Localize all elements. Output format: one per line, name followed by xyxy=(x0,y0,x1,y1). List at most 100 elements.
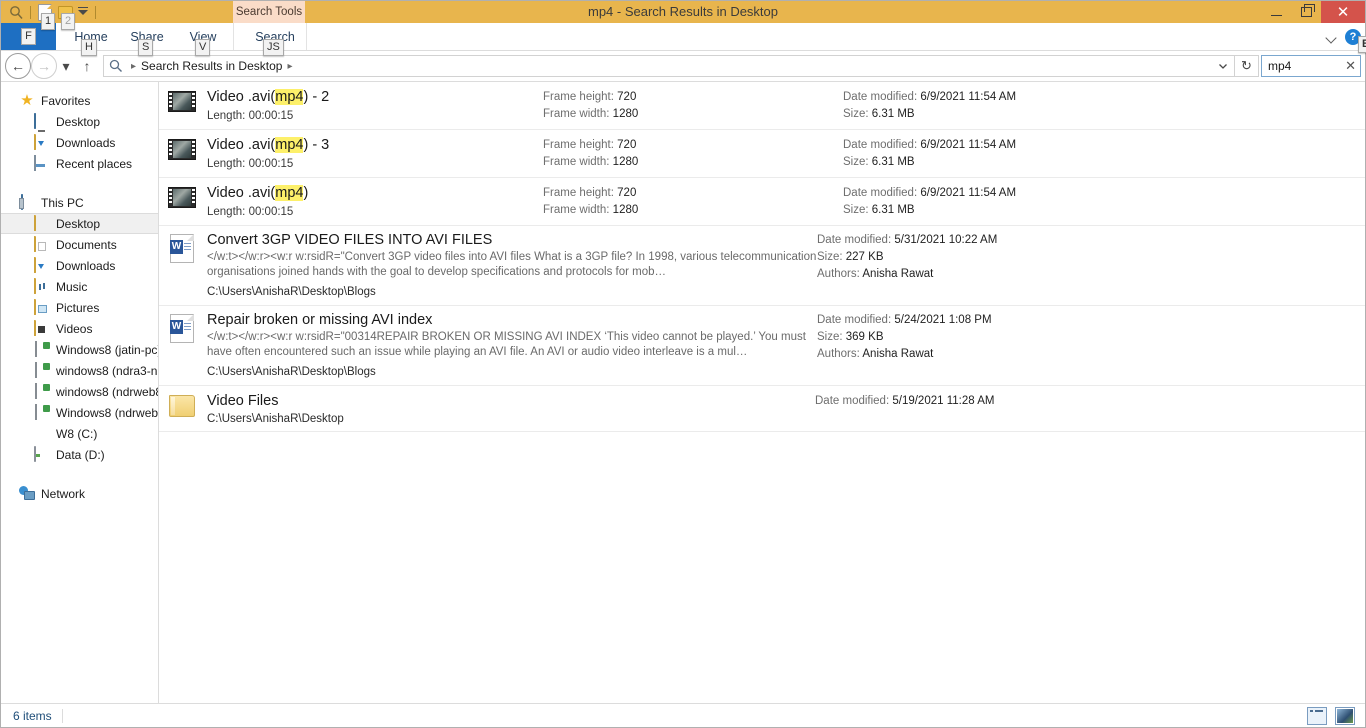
file-name: Video .avi(mp4) - 3 xyxy=(207,137,330,153)
file-length: Length: 00:00:15 xyxy=(207,206,294,218)
table-row[interactable]: Video .avi(mp4) - 3 Length: 00:00:15 Fra… xyxy=(159,130,1365,178)
authors: Authors: Anisha Rawat xyxy=(817,268,934,280)
properties-icon[interactable]: 1 xyxy=(35,2,56,30)
sidebar-label-network: Network xyxy=(41,486,86,501)
content-snippet: </w:t></w:r><w:r w:rsidR="00314REPAIR BR… xyxy=(207,331,806,358)
customize-qat-icon[interactable] xyxy=(75,2,91,22)
maximize-restore-button[interactable] xyxy=(1291,1,1321,23)
file-size: Size: 369 KB xyxy=(817,331,884,343)
tab-view[interactable]: View V xyxy=(175,23,231,56)
sidebar-item-w8-c[interactable]: W8 (C:) xyxy=(1,423,158,444)
nav-group-network: Network xyxy=(1,483,158,504)
file-length: Length: 00:00:15 xyxy=(207,110,294,122)
row-primary: Video .avi(mp4) - 3 Length: 00:00:15 xyxy=(205,137,543,172)
up-button[interactable]: ↑ xyxy=(75,54,99,78)
sidebar-label-windows8-ndrweb8: windows8 (ndrweb8 xyxy=(56,384,159,399)
explorer-system-icon[interactable] xyxy=(6,2,26,22)
sidebar-item-pictures[interactable]: Pictures xyxy=(1,297,158,318)
forward-button[interactable]: → xyxy=(31,53,57,79)
view-toggles xyxy=(1307,706,1359,725)
sidebar-label-fav-downloads: Downloads xyxy=(56,135,116,150)
sidebar-item-videos[interactable]: Videos xyxy=(1,318,158,339)
sidebar-label-downloads: Downloads xyxy=(56,258,116,273)
sidebar-label-favorites: Favorites xyxy=(41,93,91,108)
table-row[interactable]: Video .avi(mp4) - 2 Length: 00:00:15 Fra… xyxy=(159,82,1365,130)
row-file-info: Date modified: 6/9/2021 11:54 AM Size: 6… xyxy=(843,137,1365,171)
sidebar-item-network[interactable]: Network xyxy=(1,483,158,504)
sidebar-item-fav-downloads[interactable]: Downloads xyxy=(1,132,158,153)
sidebar-label-this-pc: This PC xyxy=(41,195,84,210)
explorer-body: ★ Favorites Desktop Downloads Recent pla… xyxy=(1,81,1365,703)
title-bar: 1 2 Search Tools mp4 - Search Results in… xyxy=(1,1,1365,30)
recent-locations-button[interactable]: ▾ xyxy=(57,54,75,78)
refresh-button[interactable]: ↻ xyxy=(1235,55,1259,77)
row-file-info: Date modified: 5/31/2021 10:22 AM Size: … xyxy=(817,232,1365,283)
chevron-down-icon[interactable] xyxy=(1325,30,1339,44)
breadcrumb-separator-leading[interactable]: ▸ xyxy=(126,61,141,72)
sidebar-item-this-pc[interactable]: This PC xyxy=(1,192,158,213)
sidebar-item-recent-places[interactable]: Recent places xyxy=(1,153,158,174)
minimize-button[interactable] xyxy=(1261,1,1291,23)
ribbon-tab-strip: F Home H Share S View V Search JS ? E xyxy=(1,23,1366,56)
network-drive-icon xyxy=(34,382,50,400)
table-row[interactable]: W Repair broken or missing AVI index </w… xyxy=(159,306,1365,386)
windows-drive-icon xyxy=(34,426,50,442)
search-input[interactable] xyxy=(1266,58,1343,74)
file-name: Video .avi(mp4) xyxy=(207,185,309,201)
sidebar-item-windows8-jatin-pc[interactable]: Windows8 (jatin-pc) xyxy=(1,339,158,360)
table-row[interactable]: W Convert 3GP VIDEO FILES INTO AVI FILES… xyxy=(159,226,1365,306)
sidebar-item-fav-desktop[interactable]: Desktop xyxy=(1,111,158,132)
help-keytip: E xyxy=(1358,35,1366,53)
clear-search-icon[interactable]: ✕ xyxy=(1342,58,1356,74)
word-document-icon: W xyxy=(159,312,205,343)
computer-icon xyxy=(19,193,35,211)
sidebar-item-data-d[interactable]: Data (D:) xyxy=(1,444,158,465)
help-icon-label: ? xyxy=(1349,30,1357,43)
sidebar-item-desktop[interactable]: Desktop xyxy=(1,213,158,234)
address-dropdown-icon[interactable] xyxy=(1214,56,1232,76)
status-separator xyxy=(61,708,63,723)
tab-view-keytip: V xyxy=(195,39,211,56)
tab-share-keytip: S xyxy=(138,39,154,56)
table-row[interactable]: Video .avi(mp4) Length: 00:00:15 Frame h… xyxy=(159,178,1365,226)
sidebar-label-documents: Documents xyxy=(56,237,117,252)
table-row[interactable]: Video Files C:\Users\AnishaR\Desktop Dat… xyxy=(159,386,1365,432)
back-button[interactable]: ← xyxy=(5,53,31,79)
close-button[interactable]: ✕ xyxy=(1321,1,1365,23)
large-icons-view-icon[interactable] xyxy=(1335,706,1355,725)
date-modified: Date modified: 5/19/2021 11:28 AM xyxy=(815,395,995,407)
sidebar-item-downloads[interactable]: Downloads xyxy=(1,255,158,276)
sidebar-item-windows8-ndrweb4[interactable]: Windows8 (ndrweb4 xyxy=(1,402,158,423)
date-modified: Date modified: 6/9/2021 11:54 AM xyxy=(843,187,1017,199)
search-match-highlight: mp4 xyxy=(275,185,304,201)
details-view-icon[interactable] xyxy=(1307,706,1327,725)
frame-width: Frame width: 1280 xyxy=(543,156,639,168)
pictures-folder-icon xyxy=(34,298,50,316)
search-box[interactable]: ✕ xyxy=(1261,55,1361,77)
breadcrumb-separator-trailing[interactable]: ▸ xyxy=(282,61,297,72)
authors: Authors: Anisha Rawat xyxy=(817,348,934,360)
sidebar-item-music[interactable]: Music xyxy=(1,276,158,297)
sidebar-item-windows8-ndrweb8[interactable]: windows8 (ndrweb8 xyxy=(1,381,158,402)
search-results-icon xyxy=(106,59,126,73)
sidebar-item-favorites[interactable]: ★ Favorites xyxy=(1,90,158,111)
help-icon[interactable]: ? E xyxy=(1345,28,1366,53)
date-modified: Date modified: 6/9/2021 11:54 AM xyxy=(843,91,1017,103)
breadcrumb-current[interactable]: Search Results in Desktop xyxy=(141,59,282,73)
folder-name: Video Files xyxy=(207,393,279,409)
search-results-list[interactable]: Video .avi(mp4) - 2 Length: 00:00:15 Fra… xyxy=(159,82,1365,703)
sidebar-label-data-d: Data (D:) xyxy=(56,447,105,462)
tab-home-keytip: H xyxy=(81,39,97,56)
row-primary: Repair broken or missing AVI index </w:t… xyxy=(205,312,817,380)
sidebar-item-documents[interactable]: Documents xyxy=(1,234,158,255)
breadcrumb[interactable]: ▸ Search Results in Desktop ▸ xyxy=(103,55,1235,77)
qat-keytip-2: 2 xyxy=(61,13,76,30)
nav-spacer-1 xyxy=(1,176,158,192)
file-size: Size: 227 KB xyxy=(817,251,884,263)
date-modified: Date modified: 5/24/2021 1:08 PM xyxy=(817,314,992,326)
tab-share[interactable]: Share S xyxy=(119,23,175,56)
sidebar-label-desktop: Desktop xyxy=(56,216,101,231)
sidebar-item-windows8-ndra3[interactable]: windows8 (ndra3-ni xyxy=(1,360,158,381)
new-folder-icon[interactable]: 2 xyxy=(55,2,76,30)
file-name: Convert 3GP VIDEO FILES INTO AVI FILES xyxy=(207,232,493,248)
